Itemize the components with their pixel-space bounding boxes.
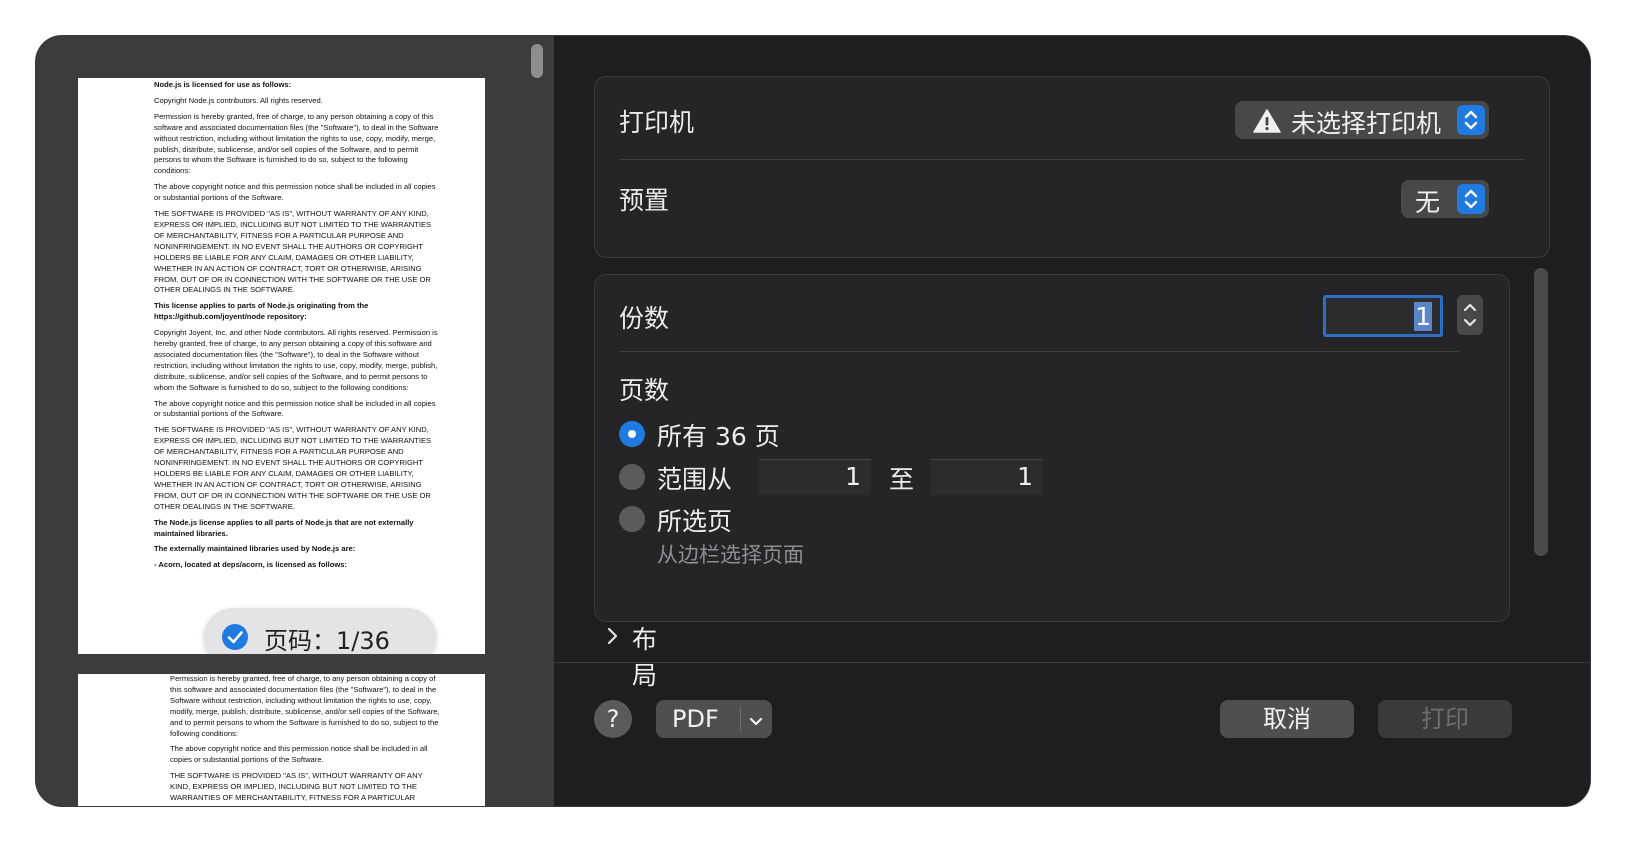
copies-pages-card: 份数 1 页数 所有 36 页 范围从 1 至 1 所选页 从边栏选择页面 <box>594 274 1510 622</box>
pdf-label: PDF <box>672 705 719 733</box>
popup-chevrons-icon <box>1457 184 1485 214</box>
settings-scrollbar[interactable] <box>1534 268 1548 556</box>
page-thumbnail-1[interactable]: Node.js is licensed for use as follows: C… <box>78 78 485 654</box>
range-to-label: 至 <box>889 465 915 494</box>
footer-divider <box>554 662 1590 663</box>
document-paragraph: The Node.js license applies to all parts… <box>154 517 414 538</box>
all-pages-label: 所有 36 页 <box>657 422 780 451</box>
document-paragraph: Node.js is licensed for use as follows: <box>154 80 292 89</box>
copies-value: 1 <box>1414 302 1432 331</box>
page-thumbnail-2[interactable]: Permission is hereby granted, free of ch… <box>78 674 485 806</box>
page-number-label: 页码：1/36 <box>264 627 390 654</box>
document-paragraph: Permission is hereby granted, free of ch… <box>170 674 440 738</box>
document-paragraph: Permission is hereby granted, free of ch… <box>154 111 439 176</box>
range-from-input[interactable]: 1 <box>759 459 871 495</box>
document-paragraph: The above copyright notice and this perm… <box>154 182 436 203</box>
document-paragraph: THE SOFTWARE IS PROVIDED "AS IS", WITHOU… <box>154 209 432 295</box>
all-pages-radio[interactable] <box>619 421 645 447</box>
popup-chevrons-icon <box>1457 105 1485 135</box>
divider <box>740 706 741 732</box>
document-paragraph: Copyright Joyent, Inc. and other Node co… <box>154 328 438 392</box>
printer-settings-card: 打印机 未选择打印机 预置 无 <box>594 76 1550 258</box>
document-paragraph: THE SOFTWARE IS PROVIDED "AS IS", WITHOU… <box>154 425 432 511</box>
page-2-text: Permission is hereby granted, free of ch… <box>170 674 440 806</box>
document-paragraph: This license applies to parts of Node.js… <box>154 301 369 322</box>
layout-label: 布局 <box>632 625 658 690</box>
copies-label: 份数 <box>619 304 670 333</box>
page-1-text: Node.js is licensed for use as follows: C… <box>154 80 439 576</box>
document-paragraph: The above copyright notice and this perm… <box>170 744 428 765</box>
document-paragraph: Copyright Node.js contributors. All righ… <box>154 95 323 105</box>
page-thumbnail-sidebar[interactable]: Node.js is licensed for use as follows: C… <box>36 36 554 806</box>
copies-stepper[interactable] <box>1457 295 1483 335</box>
page-number-toggle[interactable]: 页码：1/36 <box>204 608 436 654</box>
checkmark-icon <box>222 624 248 650</box>
preset-value: 无 <box>1415 188 1441 217</box>
document-paragraph: - Acorn, located at deps/acorn, is licen… <box>154 560 347 570</box>
print-dialog: Node.js is licensed for use as follows: C… <box>36 36 1590 806</box>
page-range-label: 范围从 <box>657 465 733 494</box>
preset-popup[interactable]: 无 <box>1401 180 1489 218</box>
range-to-input[interactable]: 1 <box>931 459 1043 495</box>
document-paragraph: The externally maintained libraries used… <box>154 544 356 554</box>
preset-label: 预置 <box>619 186 670 215</box>
selected-pages-label: 所选页 <box>657 507 733 536</box>
chevron-down-icon <box>746 709 766 737</box>
help-button[interactable]: ? <box>594 700 632 738</box>
document-paragraph: The above copyright notice and this perm… <box>154 398 436 419</box>
print-button[interactable]: 打印 <box>1378 700 1512 738</box>
page-range-radio[interactable] <box>619 464 645 490</box>
copies-input[interactable]: 1 <box>1323 295 1443 337</box>
document-paragraph: THE SOFTWARE IS PROVIDED "AS IS", WITHOU… <box>170 771 423 806</box>
cancel-button[interactable]: 取消 <box>1220 700 1354 738</box>
divider <box>619 159 1525 160</box>
chevron-right-icon <box>606 626 620 650</box>
selected-pages-hint: 从边栏选择页面 <box>657 543 804 567</box>
pages-label: 页数 <box>619 376 670 405</box>
print-settings-panel: 打印机 未选择打印机 预置 无 份数 1 页数 所有 36 页 范围从 1 至 … <box>554 36 1590 806</box>
printer-label: 打印机 <box>619 108 695 137</box>
sidebar-scrollbar[interactable] <box>531 44 543 78</box>
selected-pages-radio[interactable] <box>619 506 645 532</box>
warning-icon <box>1253 109 1281 139</box>
printer-value: 未选择打印机 <box>1291 109 1442 138</box>
printer-popup[interactable]: 未选择打印机 <box>1235 101 1489 139</box>
divider <box>619 351 1459 352</box>
pdf-menu-button[interactable]: PDF <box>656 700 772 738</box>
